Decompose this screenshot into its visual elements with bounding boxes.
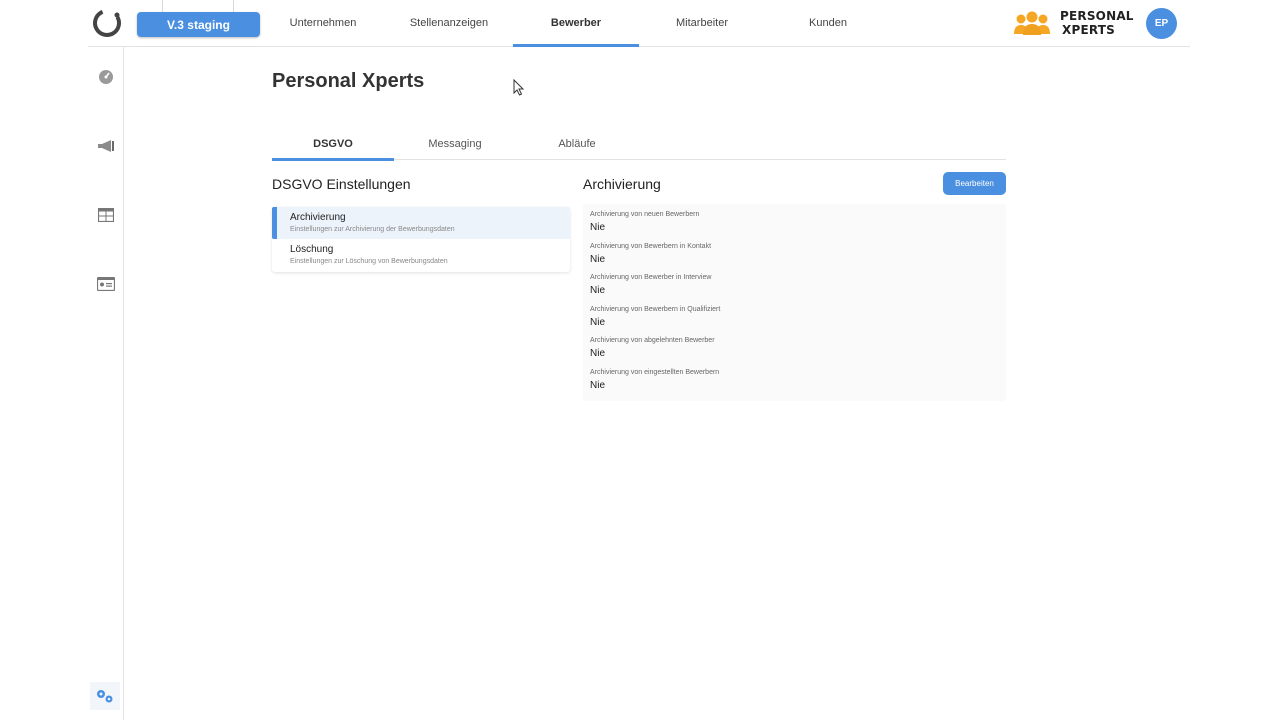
setting-label: Archivierung von Bewerbern in Kontakt bbox=[590, 242, 712, 250]
menu-item-archivierung[interactable]: Archivierung Einstellungen zur Archivier… bbox=[272, 207, 570, 239]
tab-ablaeufe[interactable]: Abläufe bbox=[516, 128, 638, 159]
setting-value: Nie bbox=[590, 348, 606, 360]
app-logo-icon[interactable] bbox=[91, 7, 123, 39]
menu-item-subtitle: Einstellungen zur Archivierung der Bewer… bbox=[290, 226, 455, 233]
setting-label: Archivierung von abgelehnten Bewerber bbox=[590, 337, 715, 345]
setting-value: Nie bbox=[590, 222, 606, 233]
edit-button[interactable]: Bearbeiten bbox=[943, 172, 1006, 195]
setting-field: Archivierung von neuen Bewerbern Nie bbox=[590, 210, 999, 242]
dsgvo-section-title: DSGVO Einstellungen bbox=[272, 176, 411, 192]
menu-item-title: Archivierung bbox=[290, 212, 346, 223]
env-pill-backdrop bbox=[162, 0, 234, 12]
setting-label: Archivierung von eingestellten Bewerbern bbox=[590, 368, 720, 376]
people-group-icon bbox=[1014, 11, 1050, 35]
setting-value: Nie bbox=[590, 253, 606, 265]
setting-field: Archivierung von Bewerbern in Kontakt Ni… bbox=[590, 242, 999, 274]
menu-item-title: Löschung bbox=[290, 244, 334, 255]
brand-line-2: XPERTS bbox=[1062, 23, 1115, 37]
table-icon[interactable] bbox=[97, 206, 115, 224]
tab-dsgvo[interactable]: DSGVO bbox=[272, 128, 394, 161]
nav-item-unternehmen[interactable]: Unternehmen bbox=[275, 0, 371, 46]
settings-tabs: DSGVO Messaging Abläufe bbox=[272, 128, 1006, 161]
sidebar bbox=[88, 47, 124, 720]
setting-value: Nie bbox=[590, 285, 606, 297]
top-navigation-bar: V.3 staging Unternehmen Stellenanzeigen … bbox=[88, 0, 1190, 47]
setting-label: Archivierung von Bewerber in Interview bbox=[590, 274, 712, 282]
nav-item-kunden[interactable]: Kunden bbox=[765, 0, 891, 46]
dsgvo-settings-menu: Archivierung Einstellungen zur Archivier… bbox=[272, 207, 570, 272]
archivierung-title: Archivierung bbox=[583, 176, 661, 192]
nav-item-stellenanzeigen[interactable]: Stellenanzeigen bbox=[386, 0, 512, 46]
megaphone-icon[interactable] bbox=[97, 137, 115, 155]
nav-item-mitarbeiter[interactable]: Mitarbeiter bbox=[639, 0, 765, 46]
archivierung-details-panel: Archivierung von neuen Bewerbern Nie Arc… bbox=[583, 204, 1006, 401]
setting-label: Archivierung von Bewerbern in Qualifizie… bbox=[590, 305, 721, 313]
id-card-icon[interactable] bbox=[97, 275, 115, 293]
brand-logo-text: PERSONAL XPERTS bbox=[1060, 9, 1134, 37]
setting-field: Archivierung von Bewerber in Interview N… bbox=[590, 273, 999, 305]
environment-button[interactable]: V.3 staging bbox=[137, 12, 260, 37]
menu-item-subtitle: Einstellungen zur Löschung von Bewerbung… bbox=[290, 258, 448, 265]
dashboard-icon[interactable] bbox=[97, 68, 115, 86]
setting-field: Archivierung von eingestellten Bewerbern… bbox=[590, 368, 999, 400]
setting-value: Nie bbox=[590, 316, 606, 328]
setting-value: Nie bbox=[590, 379, 606, 391]
menu-item-loeschung[interactable]: Löschung Einstellungen zur Löschung von … bbox=[272, 239, 570, 272]
tab-messaging[interactable]: Messaging bbox=[394, 128, 516, 159]
user-avatar[interactable]: EP bbox=[1146, 8, 1177, 39]
setting-label: Archivierung von neuen Bewerbern bbox=[590, 211, 700, 218]
setting-field: Archivierung von abgelehnten Bewerber Ni… bbox=[590, 336, 999, 368]
mouse-cursor-icon bbox=[513, 79, 525, 96]
settings-gears-icon[interactable] bbox=[90, 682, 120, 710]
brand-line-1: PERSONAL bbox=[1060, 9, 1134, 23]
setting-field: Archivierung von Bewerbern in Qualifizie… bbox=[590, 305, 999, 337]
page-title: Personal Xperts bbox=[272, 70, 425, 92]
nav-item-bewerber[interactable]: Bewerber bbox=[513, 0, 639, 47]
